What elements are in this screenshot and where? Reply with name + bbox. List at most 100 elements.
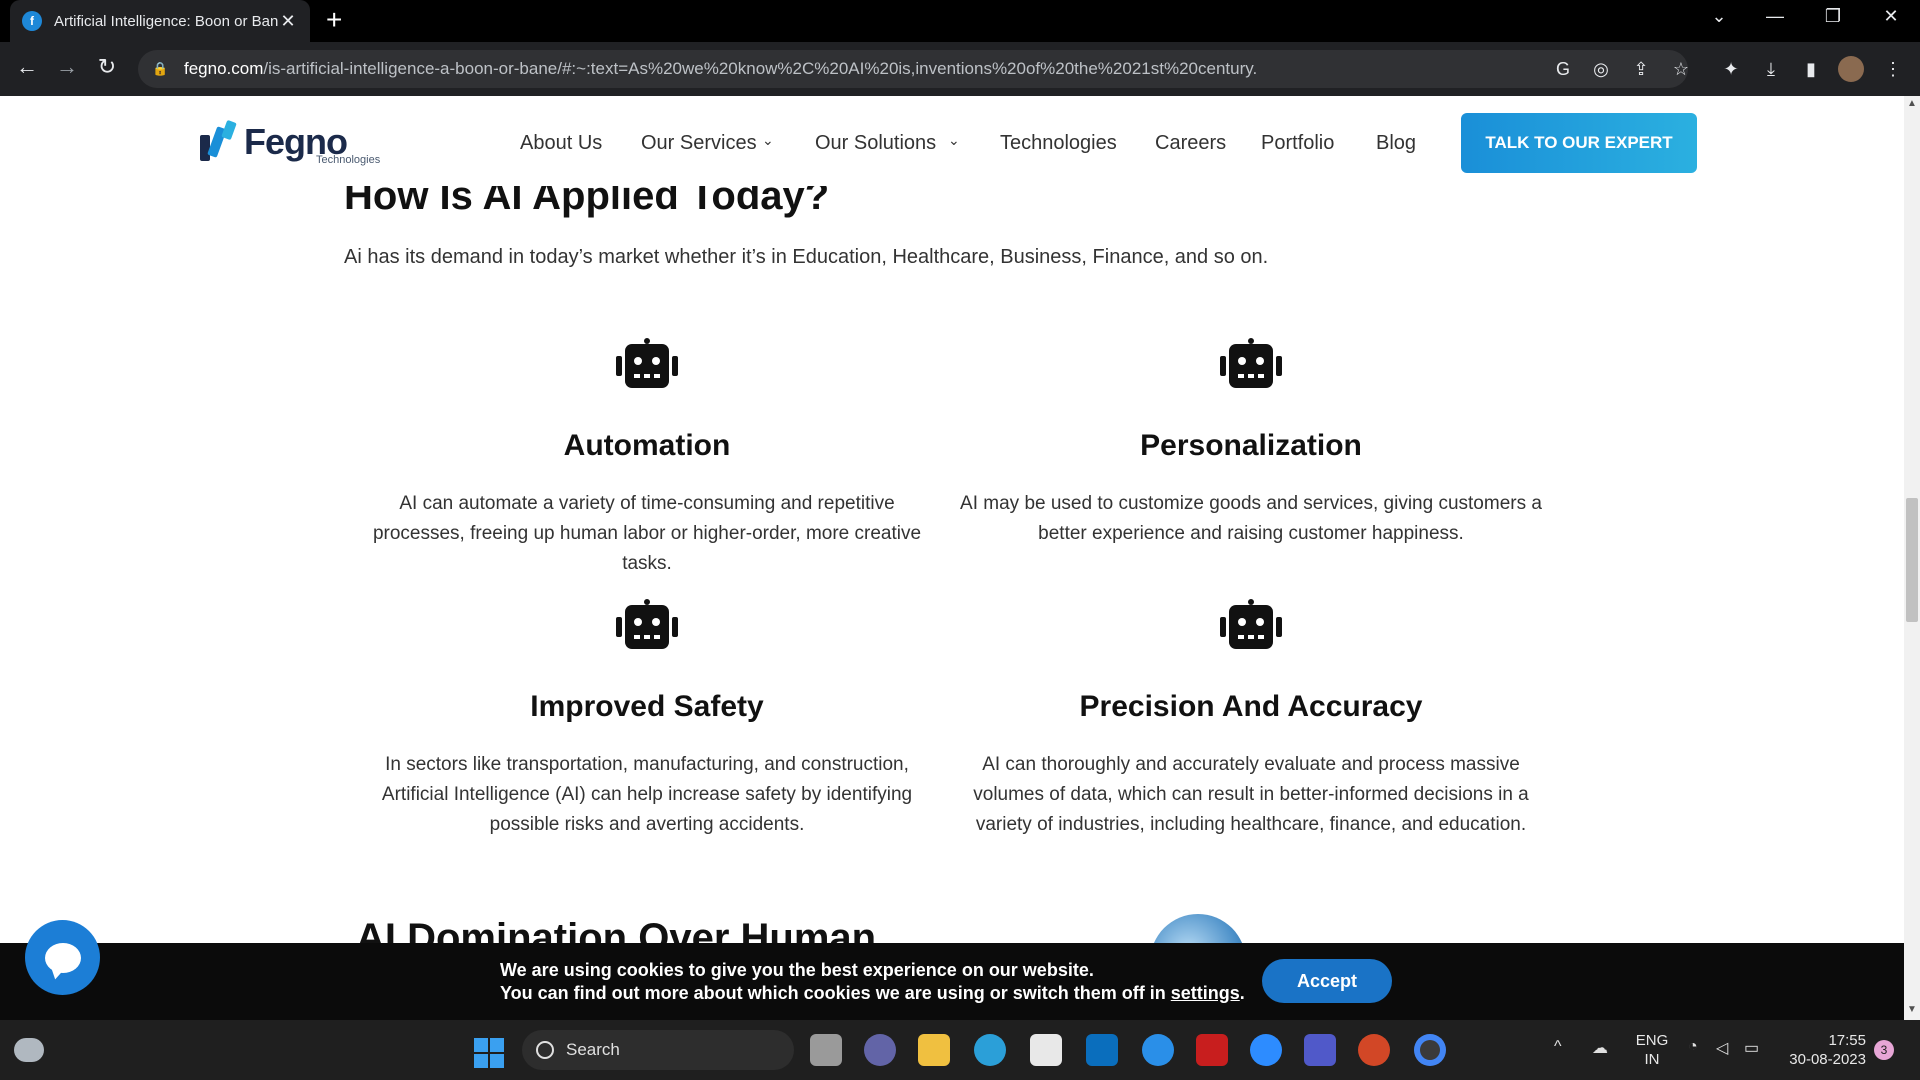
card-title: Personalization	[1140, 429, 1362, 462]
microsoft-store-icon[interactable]	[1030, 1034, 1062, 1066]
profile-avatar[interactable]	[1838, 56, 1864, 82]
nav-technologies[interactable]: Technologies	[1000, 132, 1117, 155]
cookie-line-2-text: You can find out more about which cookie…	[500, 983, 1171, 1003]
weather-icon[interactable]	[14, 1038, 44, 1062]
download-icon[interactable]: ⤓	[1758, 56, 1784, 82]
bookmark-star-icon[interactable]: ☆	[1668, 56, 1694, 82]
cookie-line-1: We are using cookies to give you the bes…	[500, 960, 1094, 980]
help-icon[interactable]	[1142, 1034, 1174, 1066]
search-icon	[536, 1041, 554, 1059]
chat-app-icon[interactable]	[864, 1034, 896, 1066]
robot-icon	[616, 338, 678, 388]
card-title: Automation	[563, 429, 731, 462]
scroll-up-arrow-icon[interactable]: ▲	[1904, 98, 1920, 112]
zoom-icon[interactable]	[1250, 1034, 1282, 1066]
cookie-settings-link[interactable]: settings	[1171, 983, 1240, 1003]
scroll-down-arrow-icon[interactable]: ▼	[1904, 1004, 1920, 1018]
minimize-icon[interactable]: —	[1750, 6, 1800, 27]
file-explorer-icon[interactable]	[918, 1034, 950, 1066]
nav-about-us[interactable]: About Us	[520, 132, 602, 155]
card-text: AI may be used to customize goods and se…	[960, 493, 1542, 544]
globe-illustration	[1150, 914, 1246, 943]
task-view-icon[interactable]	[810, 1034, 842, 1066]
fegno-logo[interactable]: Fegno Technologies	[198, 116, 388, 168]
card-text: AI can automate a variety of time-consum…	[372, 493, 922, 574]
cookie-message: We are using cookies to give you the bes…	[500, 959, 1245, 1005]
cookie-banner: We are using cookies to give you the bes…	[0, 943, 1904, 1020]
card-personalization: Personalization AI may be used to custom…	[956, 338, 1546, 549]
tray-chevron-up-icon[interactable]: ^	[1554, 1038, 1562, 1056]
section-intro: Ai has its demand in today’s market whet…	[344, 246, 1269, 268]
battery-icon[interactable]: ▭	[1744, 1038, 1759, 1058]
wifi-icon[interactable]: ◔	[1688, 1038, 1698, 1056]
our-solutions-chevron-down-icon[interactable]: ⌄	[948, 132, 960, 149]
tab-search-icon[interactable]: ⌄	[1694, 6, 1744, 27]
page-scrollbar[interactable]: ▲ ▼	[1904, 96, 1920, 1020]
share-icon[interactable]: ⇪	[1628, 56, 1654, 82]
language-indicator[interactable]: ENG IN	[1632, 1031, 1672, 1069]
back-icon[interactable]: ←	[12, 54, 42, 80]
card-improved-safety: Improved Safety In sectors like transpor…	[352, 599, 942, 840]
next-section-heading: AI Domination Over Human	[356, 916, 877, 943]
site-header: Fegno Technologies About Us Our Services…	[0, 96, 1904, 186]
myhp-icon[interactable]	[1086, 1034, 1118, 1066]
accept-cookies-button[interactable]: Accept	[1262, 959, 1392, 1003]
mcafee-icon[interactable]	[1196, 1034, 1228, 1066]
onedrive-icon[interactable]: ☁	[1592, 1038, 1608, 1058]
google-icon[interactable]: G	[1550, 56, 1576, 82]
card-title: Improved Safety	[530, 690, 764, 723]
browser-tabbar: f Artificial Intelligence: Boon or Bane …	[0, 0, 1920, 42]
nav-portfolio[interactable]: Portfolio	[1261, 132, 1334, 155]
url-path: /is-artificial-intelligence-a-boon-or-ba…	[263, 59, 1258, 78]
browser-tab[interactable]: f Artificial Intelligence: Boon or Bane …	[10, 0, 310, 42]
card-precision-accuracy: Precision And Accuracy AI can thoroughly…	[956, 599, 1546, 840]
tab-close-icon[interactable]: ✕	[278, 11, 298, 32]
edge-icon[interactable]	[974, 1034, 1006, 1066]
tab-title: Artificial Intelligence: Boon or Bane	[54, 12, 278, 30]
teams-icon[interactable]	[1304, 1034, 1336, 1066]
extensions-icon[interactable]: ✦	[1718, 56, 1744, 82]
forward-icon[interactable]: →	[52, 54, 82, 80]
taskbar-search[interactable]: Search	[522, 1030, 794, 1070]
eye-off-icon[interactable]: ◎	[1588, 56, 1614, 82]
reload-icon[interactable]: ↻	[92, 54, 122, 80]
notification-badge[interactable]: 3	[1874, 1040, 1894, 1060]
nav-blog[interactable]: Blog	[1376, 132, 1416, 155]
cookie-line-2: You can find out more about which cookie…	[500, 982, 1245, 1005]
url-host: fegno.com	[184, 59, 264, 78]
web-page: Fegno Technologies About Us Our Services…	[0, 96, 1904, 943]
nav-our-solutions[interactable]: Our Solutions	[815, 132, 936, 155]
site-favicon-icon: f	[22, 11, 42, 31]
chat-bubble-icon	[44, 942, 81, 973]
taskbar-clock[interactable]: 17:55 30-08-2023	[1782, 1031, 1866, 1069]
clock-date: 30-08-2023	[1789, 1051, 1866, 1068]
menu-kebab-icon[interactable]: ⋮	[1880, 56, 1906, 82]
scroll-thumb[interactable]	[1906, 498, 1918, 622]
restore-icon[interactable]: ❐	[1808, 6, 1858, 27]
lang-top: ENG	[1635, 1032, 1669, 1049]
taskbar-search-label: Search	[566, 1040, 620, 1059]
cookie-line-2-period: .	[1239, 983, 1245, 1003]
address-bar[interactable]: 🔒 fegno.com /is-artificial-intelligence-…	[138, 50, 1688, 88]
robot-icon	[1220, 599, 1282, 649]
powerpoint-icon[interactable]	[1358, 1034, 1390, 1066]
our-services-chevron-down-icon[interactable]: ⌄	[762, 132, 774, 149]
nav-our-services[interactable]: Our Services	[641, 132, 757, 155]
side-panel-icon[interactable]: ▮	[1798, 56, 1824, 82]
lock-icon[interactable]: 🔒	[152, 61, 168, 77]
windows-taskbar: Search ^ ☁ ENG IN ◔ ◁ ▭ 17:55 30-08-2023…	[0, 1020, 1920, 1080]
chat-widget-button[interactable]	[25, 920, 100, 995]
chrome-icon[interactable]	[1414, 1034, 1446, 1066]
robot-icon	[1220, 338, 1282, 388]
windows-start-icon[interactable]	[474, 1038, 504, 1068]
volume-icon[interactable]: ◁	[1716, 1038, 1728, 1058]
card-text: In sectors like transportation, manufact…	[381, 754, 913, 835]
new-tab-button[interactable]: +	[326, 6, 342, 34]
logo-subtitle: Technologies	[316, 154, 381, 166]
robot-icon	[616, 599, 678, 649]
card-automation: Automation AI can automate a variety of …	[352, 338, 942, 579]
nav-careers[interactable]: Careers	[1155, 132, 1226, 155]
clock-time: 17:55	[1828, 1032, 1866, 1049]
talk-to-expert-button[interactable]: TALK TO OUR EXPERT	[1461, 113, 1697, 173]
close-window-icon[interactable]: ✕	[1866, 6, 1916, 27]
